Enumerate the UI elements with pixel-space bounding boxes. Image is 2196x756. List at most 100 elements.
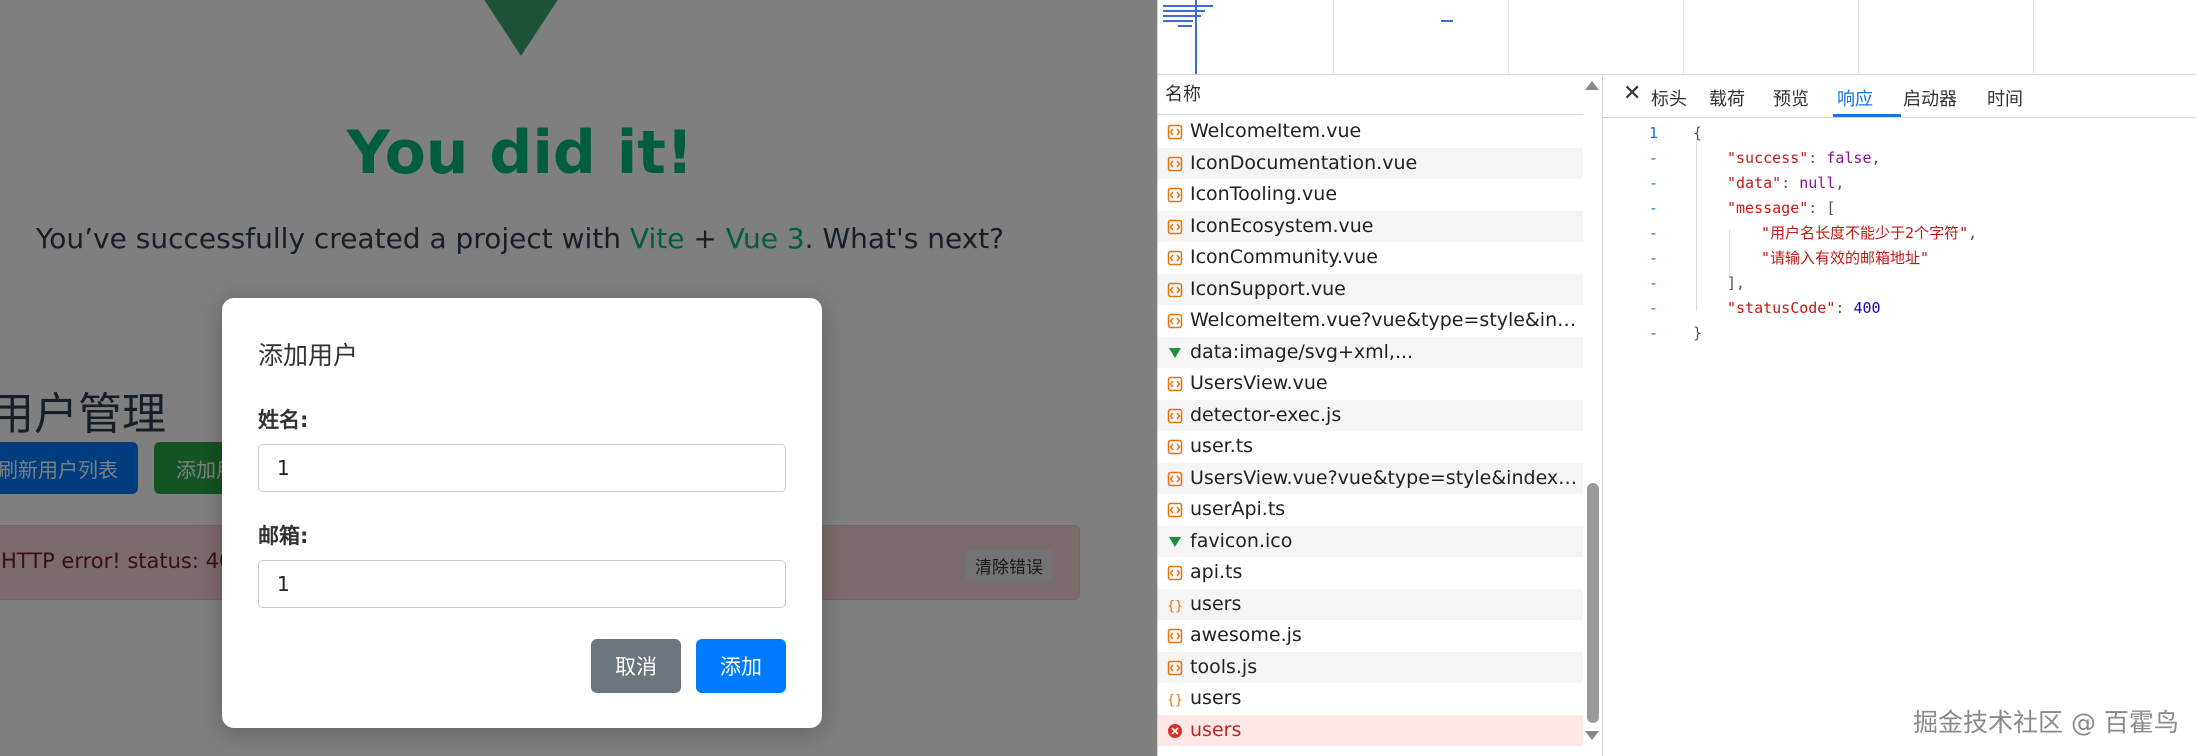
request-row[interactable]: IconCommunity.vue	[1158, 242, 1583, 274]
request-name: WelcomeItem.vue?vue&type=style&index...	[1190, 309, 1583, 331]
svg-text:{}: {}	[1167, 693, 1183, 707]
json-icon: {}	[1167, 693, 1183, 707]
overview-cell	[1858, 0, 2034, 74]
line-number: -	[1648, 274, 1658, 292]
request-name: WelcomeItem.vue	[1190, 120, 1362, 142]
tab-timing[interactable]: 时间	[1987, 85, 2023, 111]
code-file-icon	[1167, 282, 1183, 297]
request-name: UsersView.vue?vue&type=style&index=0...	[1190, 466, 1583, 489]
close-icon[interactable]: ✕	[1623, 81, 1641, 106]
request-row[interactable]: WelcomeItem.vue	[1158, 116, 1583, 148]
code-file-icon	[1167, 313, 1183, 329]
overview-bar	[1441, 20, 1453, 22]
json-key: "data"	[1727, 174, 1782, 192]
error-icon	[1168, 723, 1182, 738]
code-line: -}	[1603, 321, 2196, 346]
code-file-icon	[1167, 156, 1183, 171]
request-row[interactable]: {} users	[1158, 588, 1583, 620]
code-file-icon	[1167, 187, 1183, 203]
code-line: - "message": [	[1603, 196, 2196, 221]
request-name: awesome.js	[1190, 624, 1302, 646]
request-row[interactable]: IconEcosystem.vue	[1158, 210, 1583, 242]
code-file-icon	[1167, 408, 1183, 423]
network-overview-timeline[interactable]	[1158, 0, 2196, 75]
request-row[interactable]: {} users	[1158, 683, 1583, 715]
request-name: userApi.ts	[1190, 498, 1286, 520]
email-input[interactable]	[258, 560, 786, 608]
confirm-add-button[interactable]: 添加	[696, 639, 786, 693]
request-name: data:image/svg+xml,...	[1190, 340, 1414, 363]
code-text: "data": null,	[1727, 174, 1845, 192]
overview-bar	[1163, 15, 1201, 17]
request-row[interactable]: UsersView.vue	[1158, 368, 1583, 400]
code-line: - "请输入有效的邮箱地址"	[1603, 246, 2196, 271]
code-file-icon	[1167, 565, 1183, 581]
active-tab-indicator	[1833, 114, 1901, 117]
image-icon	[1169, 536, 1181, 547]
json-punct: ,	[1968, 224, 1978, 242]
request-name: IconSupport.vue	[1190, 277, 1346, 300]
request-row[interactable]: favicon.ico	[1158, 525, 1583, 557]
code-file-icon	[1167, 502, 1183, 518]
request-name: favicon.ico	[1190, 529, 1293, 552]
scrollbar-thumb[interactable]	[1587, 483, 1599, 723]
watermark: 掘金技术社区 @ 百霍鸟	[1913, 708, 2179, 737]
code-file-icon	[1167, 219, 1183, 234]
code-line: 1{	[1603, 121, 2196, 146]
request-row[interactable]: IconDocumentation.vue	[1158, 147, 1583, 179]
request-detail-panel: ✕ 标头 载荷 预览 响应 启动器 时间 1{- "success": false…	[1603, 75, 2196, 756]
request-row[interactable]: WelcomeItem.vue?vue&type=style&index...	[1158, 305, 1583, 337]
tab-headers[interactable]: 标头	[1651, 85, 1687, 111]
cancel-button[interactable]: 取消	[591, 639, 681, 693]
devtools-network-panel: 名称 WelcomeItem.vue IconDocumentation.vue I…	[1157, 0, 2196, 756]
scroll-up-arrow[interactable]	[1585, 81, 1599, 90]
name-column-header[interactable]: 名称	[1158, 75, 1583, 115]
json-punct: ],	[1727, 274, 1746, 292]
request-name: UsersView.vue	[1190, 372, 1328, 394]
overview-bar	[1163, 20, 1193, 22]
line-number: -	[1648, 199, 1658, 217]
request-row[interactable]: data:image/svg+xml,...	[1158, 336, 1583, 368]
line-number: -	[1648, 299, 1658, 317]
request-row[interactable]: UsersView.vue?vue&type=style&index=0...	[1158, 462, 1583, 494]
overview-bar	[1163, 10, 1205, 12]
code-file-icon	[1167, 250, 1183, 266]
tab-initiator[interactable]: 启动器	[1903, 85, 1957, 111]
tab-payload[interactable]: 载荷	[1709, 85, 1745, 111]
line-number: -	[1648, 174, 1658, 192]
svg-text:{}: {}	[1167, 599, 1183, 613]
request-row[interactable]: IconTooling.vue	[1158, 179, 1583, 211]
code-file-icon	[1167, 471, 1183, 486]
request-name: users	[1190, 592, 1242, 615]
request-row[interactable]: tools.js	[1158, 651, 1583, 683]
tab-response[interactable]: 响应	[1837, 85, 1873, 111]
code-file-icon	[1167, 660, 1183, 675]
tab-preview[interactable]: 预览	[1773, 85, 1809, 111]
dialog-title: 添加用户	[258, 341, 359, 370]
request-row[interactable]: detector-exec.js	[1158, 399, 1583, 431]
request-row[interactable]: user.ts	[1158, 431, 1583, 463]
line-number: -	[1648, 324, 1658, 342]
line-number: -	[1648, 249, 1658, 267]
code-text: "用户名长度不能少于2个字符",	[1761, 221, 1977, 246]
code-text: ],	[1727, 271, 1745, 296]
json-key: "statusCode"	[1727, 299, 1836, 317]
code-text: }	[1693, 321, 1702, 346]
name-input[interactable]	[258, 444, 786, 492]
json-string: "用户名长度不能少于2个字符"	[1761, 224, 1969, 242]
json-key: "message"	[1727, 199, 1809, 217]
line-number: -	[1648, 224, 1658, 242]
request-row[interactable]: userApi.ts	[1158, 494, 1583, 526]
code-line: -],	[1603, 271, 2196, 296]
request-name: api.ts	[1190, 561, 1243, 583]
add-user-dialog: 添加用户 姓名: 邮箱: 取消 添加	[222, 298, 822, 728]
request-row[interactable]: users	[1158, 714, 1583, 746]
app-viewport: You did it! You’ve successfully created …	[0, 0, 1157, 756]
scroll-down-arrow[interactable]	[1585, 731, 1599, 740]
request-row[interactable]: api.ts	[1158, 557, 1583, 589]
code-line: - "data": null,	[1603, 171, 2196, 196]
request-row[interactable]: awesome.js	[1158, 620, 1583, 652]
json-value: [	[1826, 199, 1836, 217]
overview-cell	[1683, 0, 1859, 74]
request-row[interactable]: IconSupport.vue	[1158, 273, 1583, 305]
